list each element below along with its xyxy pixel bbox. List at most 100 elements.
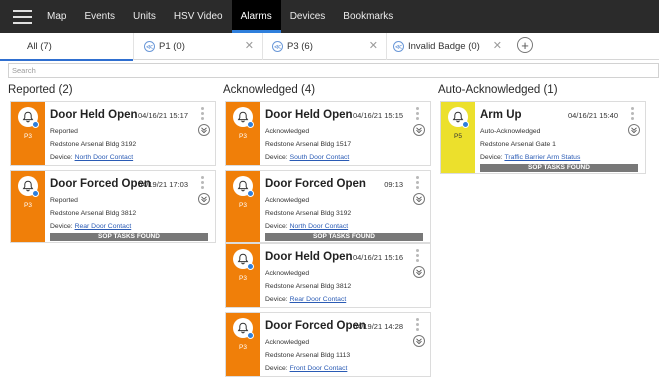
status-dot xyxy=(247,332,254,339)
alarm-device: Device: South Door Contact xyxy=(265,154,349,161)
more-options-icon[interactable] xyxy=(416,176,420,189)
close-icon[interactable]: ✕ xyxy=(245,41,254,52)
alarm-status: Reported xyxy=(50,197,78,204)
alarm-card[interactable]: P3 Door Forced Open 09:13 Acknowledged Redst… xyxy=(225,170,431,243)
alarm-card[interactable]: P3 Door Forced Open 04/19/21 14:28 Acknowle… xyxy=(225,312,431,377)
alarm-device: Device: North Door Contact xyxy=(265,223,348,230)
bell-icon xyxy=(233,107,254,128)
device-link[interactable]: Rear Door Contact xyxy=(75,223,132,230)
tab-label: P3 (6) xyxy=(287,41,313,52)
alarm-card[interactable]: P3 Door Held Open 04/16/21 15:17 Reported Re… xyxy=(10,101,216,166)
alarm-location: Redstone Arsenal Bldg 3192 xyxy=(50,141,137,148)
close-icon[interactable]: ✕ xyxy=(369,41,378,52)
status-dot xyxy=(32,190,39,197)
device-label: Device: xyxy=(50,223,73,230)
alarm-tab-bar: All (7) ≪ P1 (0) ✕ ≪ P3 (6) ✕ ≪ Invalid … xyxy=(0,33,659,61)
alarm-timestamp: 04/16/21 15:40 xyxy=(567,111,618,120)
device-label: Device: xyxy=(265,296,288,303)
device-link[interactable]: Front Door Contact xyxy=(290,365,348,372)
bell-icon xyxy=(448,107,469,128)
expand-chevron-icon[interactable] xyxy=(413,124,425,136)
alarm-location: Redstone Arsenal Bldg 3812 xyxy=(265,283,352,290)
priority-stripe: P3 xyxy=(11,102,45,165)
device-link[interactable]: South Door Contact xyxy=(290,154,350,161)
priority-label: P3 xyxy=(239,275,247,282)
card-body: Door Held Open 04/16/21 15:16 Acknowledged… xyxy=(265,244,430,307)
add-tab-icon[interactable]: + xyxy=(517,37,533,53)
nav-item-hsv-video[interactable]: HSV Video xyxy=(165,0,232,33)
search-input[interactable]: Search xyxy=(8,63,659,78)
tab-all[interactable]: All (7) xyxy=(0,33,133,61)
nav-item-alarms[interactable]: Alarms xyxy=(231,0,281,33)
nav-item-bookmarks[interactable]: Bookmarks xyxy=(334,0,402,33)
more-options-icon[interactable] xyxy=(416,107,420,120)
more-options-icon[interactable] xyxy=(201,176,205,189)
expand-chevron-icon[interactable] xyxy=(628,124,640,136)
more-options-icon[interactable] xyxy=(416,249,420,262)
alarm-timestamp: 04/16/21 15:16 xyxy=(352,253,403,262)
device-link[interactable]: North Door Contact xyxy=(290,223,349,230)
tab-label: Invalid Badge (0) xyxy=(408,41,480,52)
alarm-card[interactable]: P3 Door Held Open 04/16/21 15:15 Acknowledg… xyxy=(225,101,431,166)
alarm-card[interactable]: P3 Door Forced Open 04/19/21 17:03 Reported… xyxy=(10,170,216,243)
alarm-title: Door Held Open xyxy=(265,109,353,121)
nav-item-events[interactable]: Events xyxy=(75,0,124,33)
nav-item-devices[interactable]: Devices xyxy=(281,0,335,33)
device-link[interactable]: North Door Contact xyxy=(75,154,134,161)
sop-tasks-badge[interactable]: SOP TASKS FOUND xyxy=(50,233,208,241)
tab-invalid-badge[interactable]: ≪ Invalid Badge (0) ✕ xyxy=(386,33,510,60)
device-label: Device: xyxy=(265,223,288,230)
device-link[interactable]: Rear Door Contact xyxy=(290,296,347,303)
sop-tasks-badge[interactable]: SOP TASKS FOUND xyxy=(480,164,638,172)
expand-chevron-icon[interactable] xyxy=(413,193,425,205)
nav-item-map[interactable]: Map xyxy=(44,0,75,33)
tab-label: All (7) xyxy=(27,41,52,52)
status-dot xyxy=(247,263,254,270)
menu-icon[interactable] xyxy=(0,0,44,33)
more-options-icon[interactable] xyxy=(416,318,420,331)
device-link[interactable]: Traffic Barrier Arm Status xyxy=(504,154,580,161)
alarm-timestamp: 04/19/21 14:28 xyxy=(352,322,403,331)
status-dot xyxy=(462,121,469,128)
expand-chevron-icon[interactable] xyxy=(198,193,210,205)
more-options-icon[interactable] xyxy=(631,107,635,120)
tab-p3[interactable]: ≪ P3 (6) ✕ xyxy=(262,33,386,60)
card-body: Door Forced Open 04/19/21 14:28 Acknowledg… xyxy=(265,313,430,376)
expand-chevron-icon[interactable] xyxy=(198,124,210,136)
status-dot xyxy=(247,121,254,128)
card-body: Arm Up 04/16/21 15:40 Auto-Acknowledged Red… xyxy=(480,102,645,173)
close-icon[interactable]: ✕ xyxy=(493,41,502,52)
alarm-status: Acknowledged xyxy=(265,339,310,346)
device-label: Device: xyxy=(265,365,288,372)
more-options-icon[interactable] xyxy=(201,107,205,120)
alarm-timestamp: 04/16/21 15:15 xyxy=(352,111,403,120)
expand-chevron-icon[interactable] xyxy=(413,266,425,278)
priority-stripe: P3 xyxy=(11,171,45,242)
alarm-location: Redstone Arsenal Bldg 3192 xyxy=(265,210,352,217)
nav-item-units[interactable]: Units xyxy=(124,0,165,33)
card-body: Door Held Open 04/16/21 15:17 Reported Reds… xyxy=(50,102,215,165)
alarm-timestamp: 09:13 xyxy=(384,180,403,189)
alarm-device: Device: Rear Door Contact xyxy=(265,296,346,303)
device-label: Device: xyxy=(265,154,288,161)
alarm-filter-icon: ≪ xyxy=(272,41,283,52)
tab-p1[interactable]: ≪ P1 (0) ✕ xyxy=(133,33,262,60)
sop-tasks-badge[interactable]: SOP TASKS FOUND xyxy=(265,233,423,241)
alarm-location: Redstone Arsenal Bldg 1113 xyxy=(265,352,351,359)
alarm-timestamp: 04/16/21 15:17 xyxy=(137,111,188,120)
alarm-filter-icon: ≪ xyxy=(393,41,404,52)
alarm-card[interactable]: P3 Door Held Open 04/16/21 15:16 Acknowledg… xyxy=(225,243,431,308)
column-title-acknowledged: Acknowledged (4) xyxy=(223,84,316,96)
card-body: Door Forced Open 04/19/21 17:03 Reported Re… xyxy=(50,171,215,242)
column-title-auto-acknowledged: Auto-Acknowledged (1) xyxy=(438,84,558,96)
alarm-title: Door Held Open xyxy=(50,109,138,121)
alarm-device: Device: Rear Door Contact xyxy=(50,223,131,230)
alarm-location: Redstone Arsenal Bldg 1517 xyxy=(265,141,352,148)
priority-stripe: P3 xyxy=(226,313,260,376)
expand-chevron-icon[interactable] xyxy=(413,335,425,347)
priority-label: P5 xyxy=(454,133,462,140)
alarm-location: Redstone Arsenal Bldg 3812 xyxy=(50,210,137,217)
priority-label: P3 xyxy=(24,133,32,140)
alarm-card[interactable]: P5 Arm Up 04/16/21 15:40 Auto-Acknowledged R… xyxy=(440,101,646,174)
alarm-status: Acknowledged xyxy=(265,270,310,277)
